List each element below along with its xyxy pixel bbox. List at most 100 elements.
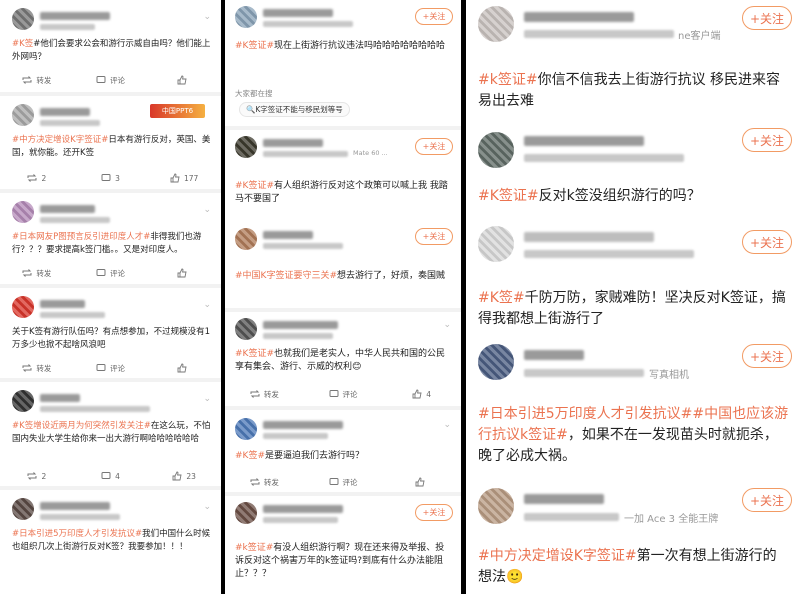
username-blurred[interactable] bbox=[524, 494, 604, 504]
repost-button[interactable]: 2 bbox=[0, 468, 74, 484]
hashtag-link[interactable]: #中方决定增设K字签证# bbox=[478, 548, 637, 564]
post-text: #日本引进5万印度人才引发抗议##中国也应该游行抗议k签证#，如果不在一发现苗头… bbox=[478, 404, 790, 467]
feed-column-left: ⌄ #K签#他们会要求公会和游行示威自由吗？他们能上外网吗？ 转发 评论 中国P… bbox=[0, 0, 221, 594]
username-blurred[interactable] bbox=[524, 136, 644, 146]
post-text: #K签证#有人组织游行反对这个政策可以喊上我 我踏马不要国了 bbox=[235, 180, 451, 206]
hashtag-link[interactable]: #K签增设近两月为何突然引发关注# bbox=[12, 421, 151, 431]
hashtag-link[interactable]: #中方决定增设K字签证# bbox=[12, 135, 108, 145]
follow-button[interactable]: +关注 bbox=[415, 504, 453, 521]
hashtag-link[interactable]: #日本引进5万印度人才引发抗议# bbox=[12, 529, 142, 539]
username-blurred[interactable] bbox=[263, 421, 343, 429]
comment-button[interactable]: 4 bbox=[74, 468, 148, 484]
chevron-down-icon[interactable]: ⌄ bbox=[203, 12, 211, 22]
username-blurred[interactable] bbox=[263, 505, 343, 513]
avatar[interactable] bbox=[235, 6, 257, 28]
like-button[interactable]: 23 bbox=[147, 468, 221, 484]
like-button[interactable] bbox=[147, 72, 221, 88]
like-button[interactable] bbox=[147, 265, 221, 281]
repost-button[interactable]: 转发 bbox=[0, 265, 74, 281]
post-text: #k签证#有没人组织游行啊？现在还来得及举报、投诉反对这个祸害万年的k签证吗?到… bbox=[235, 542, 451, 581]
username-blurred[interactable] bbox=[40, 205, 95, 213]
username-blurred[interactable] bbox=[263, 321, 338, 329]
comment-button[interactable]: 评论 bbox=[304, 386, 383, 402]
like-button[interactable] bbox=[382, 474, 461, 490]
comment-button[interactable]: 评论 bbox=[74, 360, 148, 376]
avatar[interactable] bbox=[12, 498, 34, 520]
post-actions: 转发 评论 bbox=[0, 360, 221, 376]
username-blurred[interactable] bbox=[263, 139, 323, 147]
repost-button[interactable]: 转发 bbox=[225, 474, 304, 490]
hashtag-link[interactable]: #K签# bbox=[478, 290, 525, 306]
username-blurred[interactable] bbox=[524, 12, 634, 22]
comment-button[interactable]: 评论 bbox=[74, 265, 148, 281]
repost-button[interactable]: 转发 bbox=[0, 360, 74, 376]
repost-button[interactable]: 转发 bbox=[0, 72, 74, 88]
hashtag-link[interactable]: #K签# bbox=[235, 451, 265, 461]
avatar[interactable] bbox=[12, 201, 34, 223]
chevron-down-icon[interactable]: ⌄ bbox=[203, 205, 211, 215]
avatar[interactable] bbox=[12, 8, 34, 30]
username-blurred[interactable] bbox=[524, 350, 584, 360]
comment-button[interactable]: 评论 bbox=[304, 474, 383, 490]
avatar[interactable] bbox=[235, 418, 257, 440]
trending-search-chip[interactable]: 🔍K字签证不能与移民划等号 bbox=[239, 102, 350, 117]
hashtag-link[interactable]: #K签证# bbox=[235, 41, 274, 51]
comment-button[interactable]: 评论 bbox=[74, 72, 148, 88]
username-blurred[interactable] bbox=[263, 231, 313, 239]
hashtag-link[interactable]: #日本网友P图预言反引进印度人才# bbox=[12, 232, 150, 242]
avatar[interactable] bbox=[478, 488, 514, 524]
follow-button[interactable]: +关注 bbox=[742, 128, 792, 152]
hashtag-link[interactable]: #K签证# bbox=[235, 181, 274, 191]
repost-icon bbox=[22, 269, 32, 277]
like-icon bbox=[172, 471, 182, 481]
username-blurred[interactable] bbox=[40, 300, 85, 308]
avatar[interactable] bbox=[235, 318, 257, 340]
like-button[interactable] bbox=[147, 360, 221, 376]
username-blurred[interactable] bbox=[40, 502, 110, 510]
comment-button[interactable]: 3 bbox=[74, 170, 148, 186]
follow-button[interactable]: +关注 bbox=[742, 230, 792, 254]
username-blurred[interactable] bbox=[40, 394, 80, 402]
avatar[interactable] bbox=[478, 132, 514, 168]
follow-button[interactable]: +关注 bbox=[742, 344, 792, 368]
avatar[interactable] bbox=[235, 502, 257, 524]
repost-button[interactable]: 转发 bbox=[225, 386, 304, 402]
repost-button[interactable]: 2 bbox=[0, 170, 74, 186]
chevron-down-icon[interactable]: ⌄ bbox=[203, 300, 211, 310]
username-blurred[interactable] bbox=[524, 232, 654, 242]
avatar[interactable] bbox=[478, 344, 514, 380]
post-text: #K签增设近两月为何突然引发关注#在这么玩，不怕国内失业大学生给你来一出大游行啊… bbox=[12, 420, 211, 446]
follow-button[interactable]: +关注 bbox=[415, 138, 453, 155]
hashtag-link[interactable]: #中国K字签证要守三关# bbox=[235, 271, 337, 281]
follow-button[interactable]: +关注 bbox=[742, 488, 792, 512]
hashtag-link[interactable]: #K签证# bbox=[478, 188, 539, 204]
username-blurred[interactable] bbox=[40, 12, 110, 20]
avatar[interactable] bbox=[478, 226, 514, 262]
username-blurred[interactable] bbox=[263, 9, 333, 17]
chevron-down-icon[interactable]: ⌄ bbox=[443, 320, 451, 330]
hashtag-link[interactable]: #k签证# bbox=[235, 543, 273, 553]
post-card: ⌄ 关于K签有游行队伍吗？有点想参加，不过规模没有1万多少也掀不起啥风浪吧 转发… bbox=[0, 288, 221, 380]
follow-button[interactable]: +关注 bbox=[415, 8, 453, 25]
avatar[interactable] bbox=[478, 6, 514, 42]
hashtag-link[interactable]: #K签证# bbox=[235, 349, 274, 359]
banner-text: 中国PPT6 bbox=[161, 107, 194, 115]
username-blurred[interactable] bbox=[40, 108, 90, 116]
avatar[interactable] bbox=[235, 228, 257, 250]
hashtag-link[interactable]: #k签证# bbox=[478, 72, 538, 88]
chevron-down-icon[interactable]: ⌄ bbox=[203, 394, 211, 404]
comment-icon bbox=[96, 76, 106, 83]
chevron-down-icon[interactable]: ⌄ bbox=[443, 420, 451, 430]
like-button[interactable]: 177 bbox=[147, 170, 221, 186]
chevron-down-icon[interactable]: ⌄ bbox=[203, 502, 211, 512]
avatar[interactable] bbox=[12, 390, 34, 412]
avatar[interactable] bbox=[235, 136, 257, 158]
like-button[interactable]: 4 bbox=[382, 386, 461, 402]
avatar[interactable] bbox=[12, 104, 34, 126]
avatar[interactable] bbox=[12, 296, 34, 318]
follow-button[interactable]: +关注 bbox=[742, 6, 792, 30]
post-body: 千防万防，家贼难防！坚决反对K签证，搞得我都想上街游行了 bbox=[478, 290, 786, 327]
follow-label: +关注 bbox=[749, 349, 785, 364]
hashtag-link[interactable]: #K签 bbox=[12, 39, 33, 49]
follow-button[interactable]: +关注 bbox=[415, 228, 453, 245]
